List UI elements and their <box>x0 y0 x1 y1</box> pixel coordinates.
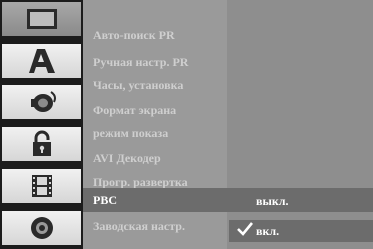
audio-category[interactable] <box>2 85 81 119</box>
menu-item-factory-reset[interactable]: Заводская настр. <box>93 215 185 237</box>
audio-speaker-icon <box>30 91 56 112</box>
menu-item-auto-search[interactable]: Авто-поиск PR <box>93 24 175 46</box>
language-a-icon <box>28 49 55 73</box>
language-category[interactable] <box>2 44 81 78</box>
checkmark-icon <box>237 222 253 236</box>
tv-display-category[interactable] <box>2 2 81 36</box>
menu-item-screen-format[interactable]: Формат экрана <box>93 99 176 121</box>
category-icon-column <box>0 0 83 249</box>
option-on[interactable]: вкл. <box>256 222 279 240</box>
menu-item-pbc-label: PBC <box>93 193 117 207</box>
film-strip-icon <box>31 175 52 197</box>
tv-display-icon <box>26 9 57 29</box>
lock-icon <box>32 130 51 156</box>
option-off[interactable]: выкл. <box>256 192 289 210</box>
disc-icon <box>30 217 53 239</box>
menu-item-manual-tuning[interactable]: Ручная настр. PR <box>93 51 188 73</box>
disc-category[interactable] <box>2 211 81 245</box>
menu-item-clock-set[interactable]: Часы, установка <box>93 74 183 96</box>
lock-category[interactable] <box>2 127 81 161</box>
video-category[interactable] <box>2 169 81 203</box>
menu-item-pbc[interactable] <box>83 188 373 212</box>
menu-item-avi-decoder[interactable]: AVI Декодер <box>93 147 161 169</box>
dvd-setup-screen: Авто-поиск PR Ручная настр. PR Часы, уст… <box>0 0 373 249</box>
menu-item-display-mode[interactable]: режим показа <box>93 122 168 144</box>
